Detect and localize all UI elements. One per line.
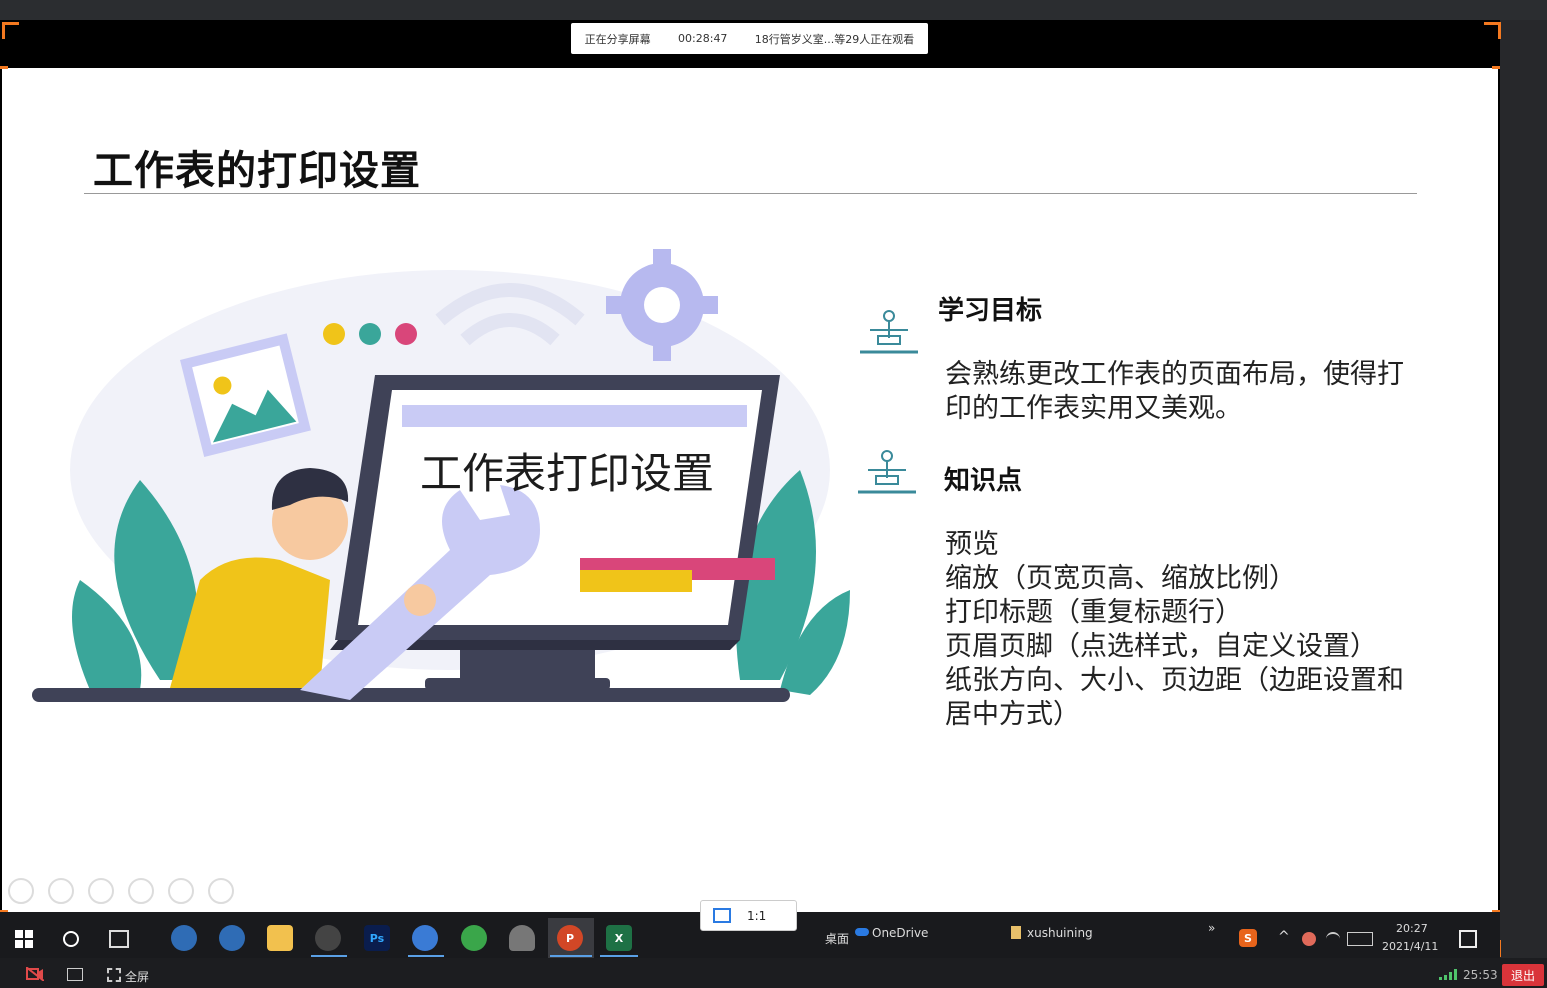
goal-heading: 学习目标 [938,296,1043,326]
podium-icon [858,450,916,494]
frame-corner [2,22,19,39]
goal-description: 会熟练更改工作表的页面布局，使得打印的工作表实用又美观。 [945,359,1404,424]
prev-slide-icon[interactable] [8,878,34,904]
notification-icon[interactable] [1459,930,1477,948]
ratio-label: 1:1 [747,908,767,923]
onedrive-label[interactable]: OneDrive [872,926,928,940]
top-strip [0,0,1547,20]
slide-title: 工作表的打印设置 [93,148,421,194]
pen-icon[interactable] [88,878,114,904]
share-viewers-text: 18行管岁义室...等29人正在观看 [754,32,915,46]
user-folder-label[interactable]: xushuining [1027,926,1093,940]
tray-app-icon[interactable] [1302,932,1316,946]
fullscreen-icon[interactable] [107,968,121,982]
folder-icon [1011,926,1021,939]
running-indicator [550,955,592,957]
browser-e-icon[interactable] [461,925,487,951]
clock-time[interactable]: 20:27 [1396,922,1428,935]
podium-icon [860,310,918,354]
powerpoint-icon[interactable]: P [557,925,583,951]
share-elapsed-time: 00:28:47 [678,32,728,45]
knowledge-item: 预览 [945,529,999,560]
more-icon[interactable] [208,878,234,904]
share-status-text: 正在分享屏幕 [584,32,651,46]
running-indicator [408,955,444,957]
clock-date[interactable]: 2021/4/11 [1382,940,1438,953]
frame-edge [0,66,8,69]
file-explorer-icon[interactable] [267,925,293,951]
chevron-up-icon[interactable]: ^ [1278,929,1290,945]
meeting-duration: 25:53 [1463,968,1498,982]
screen-share-icon[interactable] [67,968,83,981]
signal-strength-icon [1439,969,1457,980]
meeting-control-bar [0,958,1547,988]
zoom-icon[interactable] [168,878,194,904]
window-icon [713,908,731,923]
photoshop-icon[interactable]: Ps [364,925,390,951]
keyboard-icon[interactable] [1347,932,1373,946]
toolbar-overflow[interactable]: » [1208,921,1215,935]
excel-icon[interactable]: X [606,925,632,951]
knowledge-list: 预览 缩放（页宽页高、缩放比例） 打印标题（重复标题行） 页眉页脚（点选样式，自… [945,528,1415,732]
camera-off-icon[interactable] [26,967,44,981]
task-view-icon[interactable] [109,930,129,948]
title-divider [84,193,1417,194]
screen-heading-text: 工作表打印设置 [420,449,715,498]
app-circle-icon[interactable] [315,925,341,951]
frame-edge [1492,66,1500,69]
onedrive-icon [855,928,869,936]
desktop-toolbar-label[interactable]: 桌面 [825,930,849,947]
running-indicator [600,955,638,957]
browser-icon[interactable] [412,925,438,951]
fullscreen-label[interactable]: 全屏 [125,968,149,985]
knowledge-item: 页眉页脚（点选样式，自定义设置） [945,631,1377,662]
knowledge-item: 缩放（页宽页高、缩放比例） [945,563,1296,594]
running-indicator [311,955,347,957]
knowledge-heading: 知识点 [944,466,1023,496]
grid-icon[interactable] [128,878,154,904]
app-dome-icon[interactable] [509,925,535,951]
app-globe-icon[interactable] [171,925,197,951]
app-globe-icon[interactable] [219,925,245,951]
knowledge-item: 纸张方向、大小、页边距（边距设置和居中方式） [945,665,1404,730]
share-status-banner[interactable]: 正在分享屏幕 00:28:47 18行管岁义室...等29人正在观看 [571,23,928,54]
exit-button[interactable]: 退出 [1502,964,1544,986]
zoom-ratio-popup[interactable]: 1:1 [700,900,797,931]
right-side-panel [1500,20,1547,958]
search-icon[interactable] [63,931,79,947]
windows-start-icon[interactable] [15,930,33,948]
knowledge-item: 打印标题（重复标题行） [945,597,1242,628]
network-icon[interactable] [1326,932,1340,946]
frame-corner [1484,22,1501,39]
sogou-ime-icon[interactable]: S [1239,929,1257,947]
next-slide-icon[interactable] [48,878,74,904]
slideshow-toolbar[interactable] [8,878,234,904]
